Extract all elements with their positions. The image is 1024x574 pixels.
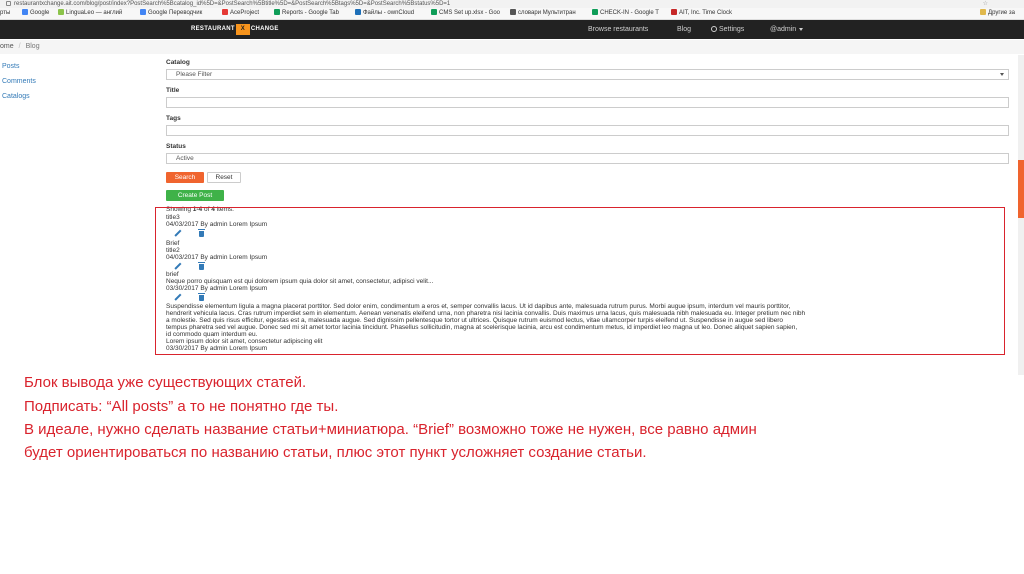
status-label: Status xyxy=(166,143,186,150)
bookmark-item[interactable]: AIT, Inc. Time Clock xyxy=(671,8,732,19)
nav-settings[interactable]: Settings xyxy=(711,20,744,39)
bookmark-item[interactable]: Файлы - ownCloud xyxy=(355,8,414,19)
nav-user-menu[interactable]: @admin xyxy=(770,20,804,39)
scrollbar-thumb[interactable] xyxy=(1018,160,1024,218)
tags-input[interactable] xyxy=(166,125,1009,136)
sidebar-item-catalogs[interactable]: Catalogs xyxy=(2,93,30,100)
bookmarks-bar: рты Google LinguaLeo — англий Google Пер… xyxy=(0,8,1024,20)
bookmark-item[interactable]: CMS Set up.xlsx - Goo xyxy=(431,8,500,19)
annotation-line: Подписать: “All posts” а то не понятно г… xyxy=(24,398,339,415)
breadcrumb-home[interactable]: ome xyxy=(0,43,14,50)
bookmark-item[interactable]: Google Переводчик xyxy=(140,8,202,19)
bookmark-item[interactable]: рты xyxy=(0,8,10,19)
address-url[interactable]: restaurantxchange.ait.com/blog/post/inde… xyxy=(14,1,450,7)
sheets-icon xyxy=(592,9,598,16)
folder-icon xyxy=(980,9,986,16)
reset-button[interactable]: Reset xyxy=(207,172,241,183)
bookmark-item[interactable]: словари Мультитран xyxy=(510,8,576,19)
status-select[interactable]: Active xyxy=(166,153,1009,164)
bookmark-item[interactable]: AceProject xyxy=(222,8,259,19)
breadcrumb-separator: / xyxy=(18,43,21,50)
bookmark-item[interactable]: Google xyxy=(22,8,49,19)
gear-icon xyxy=(711,26,717,33)
ait-icon xyxy=(671,9,677,16)
breadcrumb-current: Blog xyxy=(25,43,40,50)
annotation-highlight-box xyxy=(155,207,1005,355)
google-icon xyxy=(22,9,28,16)
annotation-line: будет ориентироваться по названию статьи… xyxy=(24,444,647,461)
browser-address-bar[interactable]: restaurantxchange.ait.com/blog/post/inde… xyxy=(0,0,1024,8)
bookmark-item[interactable]: LinguaLeo — англий xyxy=(58,8,122,19)
nav-browse-restaurants[interactable]: Browse restaurants xyxy=(588,20,648,39)
nav-links: Browse restaurants Blog Settings @admin xyxy=(0,20,1024,39)
bookmark-item[interactable]: CHECK-IN - Google T xyxy=(592,8,659,19)
catalog-select[interactable]: Please Filter xyxy=(166,69,1009,80)
page: restaurantxchange.ait.com/blog/post/inde… xyxy=(0,0,1024,574)
chevron-down-icon xyxy=(1000,73,1004,76)
search-button[interactable]: Search xyxy=(166,172,204,183)
sidebar-item-posts[interactable]: Posts xyxy=(2,63,20,70)
sheets-icon xyxy=(431,9,437,16)
chevron-down-icon xyxy=(799,27,804,31)
nav-blog[interactable]: Blog xyxy=(677,20,691,39)
multitran-icon xyxy=(510,9,516,16)
title-label: Title xyxy=(166,87,180,94)
bookmark-item[interactable]: Reports - Google Tab xyxy=(274,8,339,19)
other-bookmarks[interactable]: Другие за xyxy=(980,8,1015,19)
top-navbar: RESTAURANT X CHANGE Browse restaurants Blo… xyxy=(0,20,1024,39)
breadcrumb: ome / Blog xyxy=(0,40,1024,54)
catalog-label: Catalog xyxy=(166,59,190,66)
aceproject-icon xyxy=(222,9,228,16)
annotation-line: В идеале, нужно сделать название статьи+… xyxy=(24,421,757,438)
sidebar-item-comments[interactable]: Comments xyxy=(2,78,36,85)
translate-icon xyxy=(140,9,146,16)
annotation-line: Блок вывода уже существующих статей. xyxy=(24,374,307,391)
owncloud-icon xyxy=(355,9,361,16)
lingualeo-icon xyxy=(58,9,64,16)
sheets-icon xyxy=(274,9,280,16)
create-post-button[interactable]: Create Post xyxy=(166,190,224,201)
star-icon[interactable]: ☆ xyxy=(983,0,988,8)
lock-icon xyxy=(6,0,11,6)
title-input[interactable] xyxy=(166,97,1009,108)
tags-label: Tags xyxy=(166,115,181,122)
